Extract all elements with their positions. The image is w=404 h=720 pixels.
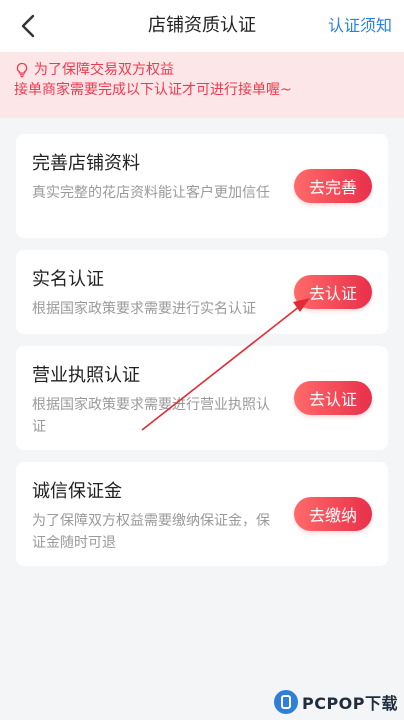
- notice-line-1: 为了保障交易双方权益: [14, 60, 390, 80]
- card-business-license: 营业执照认证 根据国家政策要求需要进行营业执照认证 去认证: [16, 346, 388, 450]
- license-verify-button[interactable]: 去认证: [294, 381, 372, 415]
- pcpop-logo-icon: [273, 690, 298, 714]
- lightbulb-icon: [16, 62, 28, 78]
- verification-list: 完善店铺资料 真实完整的花店资料能让客户更加信任 去完善 实名认证 根据国家政策…: [0, 118, 404, 566]
- notice-line-2: 接单商家需要完成以下认证才可进行接单喔~: [14, 80, 390, 100]
- card-desc: 为了保障双方权益需要缴纳保证金，保证金随时可退: [32, 513, 270, 551]
- complete-info-button[interactable]: 去完善: [294, 169, 372, 203]
- watermark: PCPOP下载: [273, 690, 398, 714]
- card-desc: 真实完整的花店资料能让客户更加信任: [32, 185, 270, 201]
- help-link[interactable]: 认证须知: [328, 0, 392, 52]
- notice-banner: 为了保障交易双方权益 接单商家需要完成以下认证才可进行接单喔~: [0, 52, 404, 118]
- notice-text-1: 为了保障交易双方权益: [34, 62, 174, 78]
- pay-deposit-button[interactable]: 去缴纳: [294, 497, 372, 531]
- watermark-text: PCPOP下载: [301, 694, 398, 713]
- header: 店铺资质认证 认证须知: [0, 0, 404, 52]
- card-store-info: 完善店铺资料 真实完整的花店资料能让客户更加信任 去完善: [16, 134, 388, 238]
- card-realname: 实名认证 根据国家政策要求需要进行实名认证 去认证: [16, 250, 388, 334]
- card-desc: 根据国家政策要求需要进行营业执照认证: [32, 397, 270, 435]
- notice-text-2: 接单商家需要完成以下认证才可进行接单喔~: [14, 82, 292, 98]
- card-desc: 根据国家政策要求需要进行实名认证: [32, 301, 256, 317]
- card-deposit: 诚信保证金 为了保障双方权益需要缴纳保证金，保证金随时可退 去缴纳: [16, 462, 388, 566]
- realname-verify-button[interactable]: 去认证: [294, 275, 372, 309]
